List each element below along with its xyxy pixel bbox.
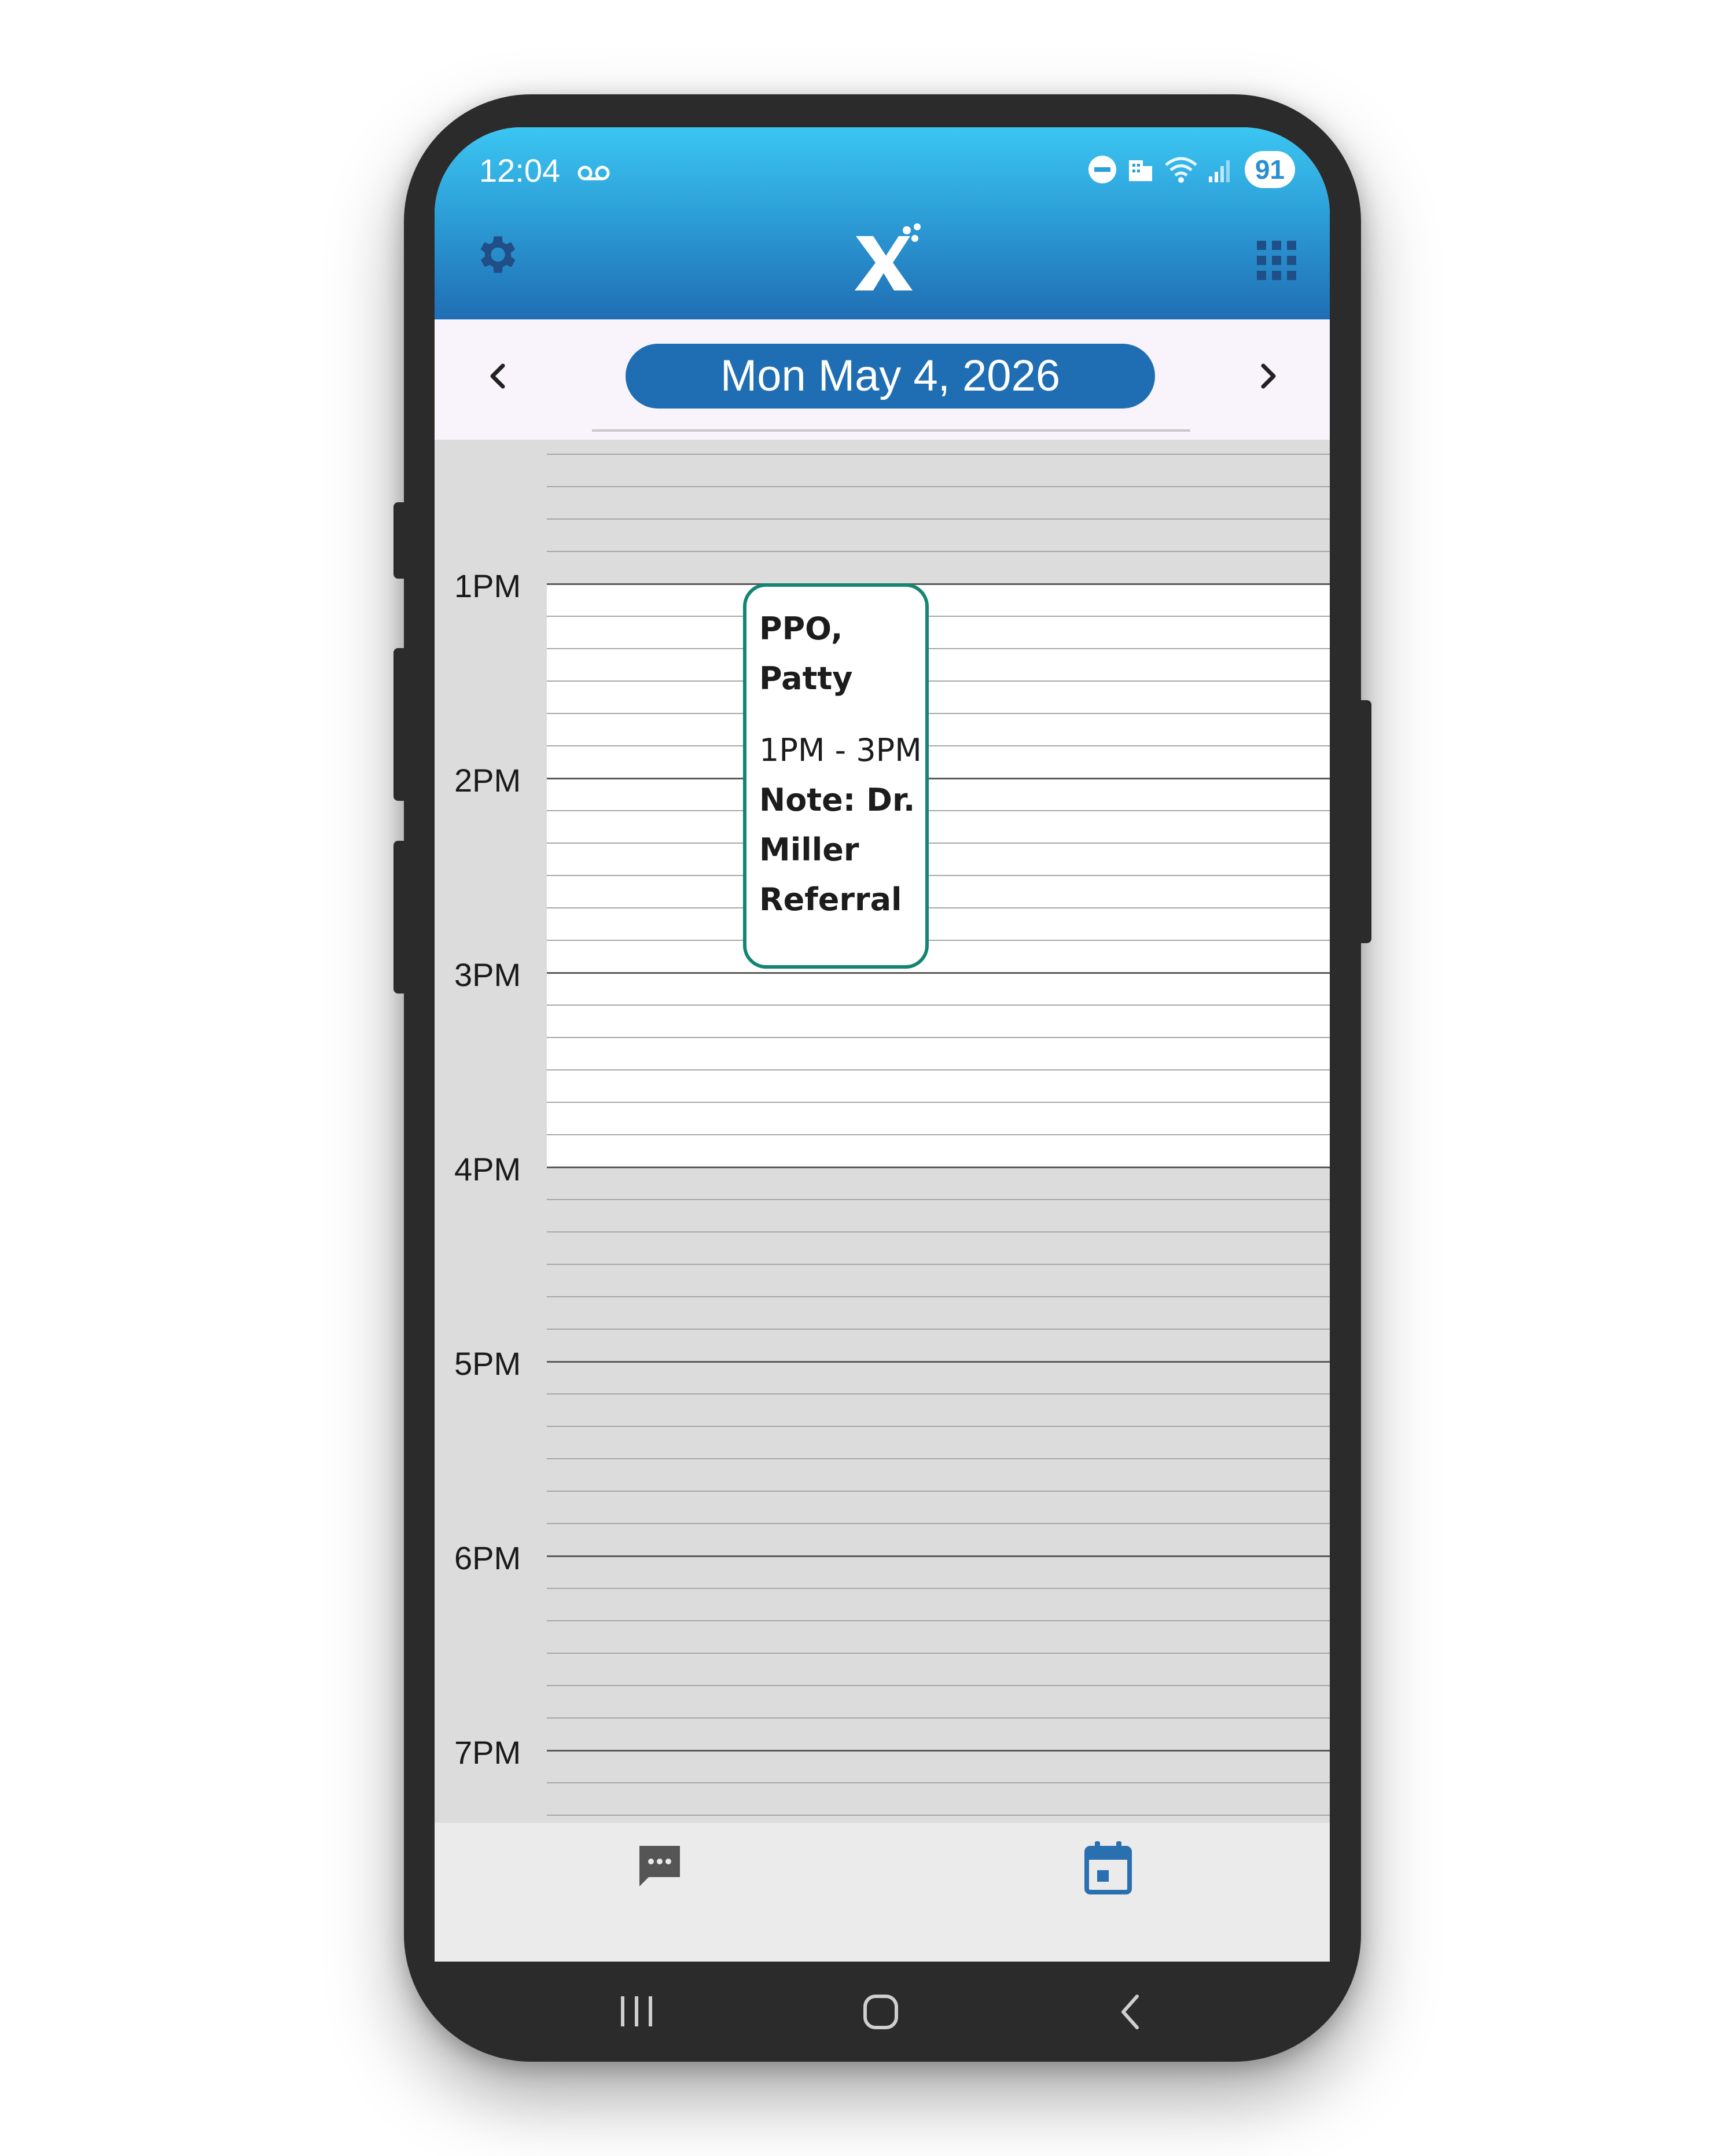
grid-line: [547, 1393, 1330, 1395]
date-navigation: Mon May 4, 2026: [435, 319, 1330, 440]
app-screen: 12:04 91 Mon May 4, 2026 1PM 2PM 3PM 4PM…: [435, 127, 1330, 1962]
grid-line: [547, 1717, 1330, 1719]
work-profile-icon: [1128, 160, 1152, 181]
grid-line: [547, 1620, 1330, 1621]
grid-line: [547, 1069, 1330, 1070]
grid-line: [547, 551, 1330, 552]
grid-line: [547, 1458, 1330, 1459]
hour-line: [547, 1750, 1330, 1752]
chat-icon[interactable]: [634, 1840, 686, 1892]
chevron-left-icon[interactable]: [481, 359, 516, 393]
status-icons: 91: [1087, 149, 1295, 190]
grid-line: [547, 1005, 1330, 1006]
grid-line: [547, 1815, 1330, 1816]
grid-line: [547, 518, 1330, 520]
grid-line: [547, 1102, 1330, 1103]
bottom-navigation: [435, 1823, 1330, 1962]
grid-line: [547, 1685, 1330, 1686]
hour-line: [547, 1361, 1330, 1363]
grid-line: [547, 810, 1330, 811]
power-button: [1358, 700, 1371, 943]
recent-apps-icon[interactable]: [616, 1993, 657, 2030]
grid-line: [547, 1231, 1330, 1232]
back-icon[interactable]: [1116, 1992, 1145, 2032]
grid-line: [547, 1426, 1330, 1427]
do-not-disturb-icon: [1088, 156, 1116, 183]
hour-line: [547, 1167, 1330, 1168]
hour-line: [547, 583, 1330, 585]
grid-icon[interactable]: [1257, 241, 1296, 280]
chevron-right-icon[interactable]: [1250, 359, 1285, 393]
system-navigation-bar: [435, 1962, 1330, 2062]
grid-line: [547, 1037, 1330, 1038]
grid-line: [547, 1653, 1330, 1654]
grid-line: [547, 1329, 1330, 1330]
home-icon[interactable]: [860, 1992, 901, 2032]
time-label: 4PM: [454, 1151, 521, 1187]
appointment-name: PPO, Patty: [759, 610, 853, 697]
time-label: 6PM: [454, 1540, 521, 1576]
grid-line: [547, 713, 1330, 714]
time-label: 1PM: [454, 568, 521, 604]
grid-line: [547, 842, 1330, 844]
voicemail-icon: [578, 165, 610, 181]
grid-line: [547, 486, 1330, 487]
calendar-icon[interactable]: [1082, 1840, 1134, 1896]
side-button: [393, 648, 407, 801]
time-label: 5PM: [454, 1345, 521, 1382]
grid-line: [547, 907, 1330, 908]
grid-line: [547, 1491, 1330, 1492]
grid-line: [547, 1264, 1330, 1265]
grid-line: [547, 875, 1330, 876]
day-calendar[interactable]: 1PM 2PM 3PM 4PM 5PM 6PM 7PM PPO, Patty 1…: [435, 440, 1330, 1823]
wifi-icon: [1165, 157, 1197, 183]
grid-line: [547, 648, 1330, 649]
battery-indicator: 91: [1244, 151, 1295, 188]
grid-line: [547, 1588, 1330, 1589]
hour-line: [547, 1555, 1330, 1557]
time-label: 3PM: [454, 956, 521, 993]
time-label: 7PM: [454, 1734, 521, 1771]
grid-line: [547, 1296, 1330, 1297]
x-logo-icon: [855, 223, 921, 290]
grid-line: [547, 1199, 1330, 1200]
appointment-time: 1PM - 3PM: [759, 732, 922, 768]
date-underline: [592, 429, 1190, 432]
date-display[interactable]: Mon May 4, 2026: [626, 344, 1155, 409]
side-button: [393, 502, 407, 579]
hour-line: [547, 972, 1330, 974]
grid-line: [547, 940, 1330, 941]
signal-icon: [1208, 160, 1230, 182]
gear-icon[interactable]: [472, 230, 520, 279]
hour-line: [547, 778, 1330, 779]
appointment-note: Note: Dr. Miller Referral: [759, 782, 915, 918]
grid-line: [547, 1523, 1330, 1524]
grid-line: [547, 745, 1330, 746]
side-button: [393, 841, 407, 994]
grid-line: [547, 616, 1330, 617]
appointment-card[interactable]: PPO, Patty 1PM - 3PM Note: Dr. Miller Re…: [743, 583, 929, 969]
phone-frame: 12:04 91 Mon May 4, 2026 1PM 2PM 3PM 4PM…: [393, 94, 1371, 2062]
app-header: 12:04 91: [435, 127, 1330, 319]
grid-line: [547, 1782, 1330, 1783]
status-time: 12:04: [479, 152, 561, 189]
time-label: 2PM: [454, 762, 521, 799]
grid-line: [547, 680, 1330, 682]
grid-line: [547, 454, 1330, 455]
grid-line: [547, 1134, 1330, 1135]
